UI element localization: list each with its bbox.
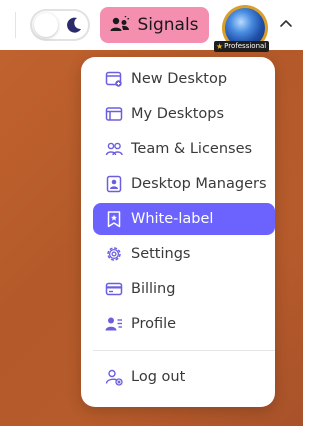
gear-icon (107, 247, 121, 261)
team-icon (105, 142, 123, 156)
profile-icon (105, 317, 122, 331)
plan-badge: ★ Professional (214, 41, 270, 52)
moon-icon (67, 17, 81, 33)
signals-label: Signals (137, 15, 199, 35)
signals-button[interactable]: Signals (100, 7, 209, 43)
menu-item-label: White-label (131, 211, 214, 227)
menu-item-settings[interactable]: Settings (93, 238, 275, 270)
desktops-icon (105, 107, 123, 121)
card-icon (105, 282, 123, 296)
theme-toggle[interactable] (30, 9, 90, 41)
menu-item-label: Team & Licenses (131, 141, 253, 157)
menu-item-label: Billing (131, 281, 176, 297)
menu-item-my-desktops[interactable]: My Desktops (93, 98, 275, 130)
menu-item-billing[interactable]: Billing (93, 273, 275, 305)
menu-item-desktop-managers[interactable]: Desktop Managers (93, 168, 275, 200)
star-icon: ★ (216, 42, 224, 51)
menu-item-team-licenses[interactable]: Team & Licenses (93, 133, 275, 165)
toolbar-divider (15, 12, 16, 38)
logout-label: Log out (131, 369, 186, 385)
menu-item-new-desktop[interactable]: New Desktop (93, 63, 275, 95)
menu-item-label: Profile (131, 316, 177, 332)
menu-item-logout[interactable]: Log out (93, 361, 275, 393)
menu-item-label: My Desktops (131, 106, 225, 122)
plan-badge-label: Professional (224, 42, 267, 50)
menu-item-label: New Desktop (131, 71, 228, 87)
account-dropdown-menu: New Desktop My Desktops Team & Licenses … (81, 57, 275, 407)
menu-item-label: Settings (131, 246, 191, 262)
logout-icon (105, 369, 123, 386)
menu-item-white-label[interactable]: White-label (93, 203, 275, 235)
new-desktop-icon (105, 71, 122, 87)
toggle-knob (34, 13, 58, 37)
menu-item-profile[interactable]: Profile (93, 308, 275, 340)
menu-item-label: Desktop Managers (131, 176, 267, 192)
chevron-up-icon[interactable] (279, 18, 293, 28)
menu-divider (93, 350, 275, 351)
users-signal-icon (110, 16, 130, 31)
bookmark-star-icon (107, 211, 121, 228)
manager-icon (106, 175, 122, 193)
